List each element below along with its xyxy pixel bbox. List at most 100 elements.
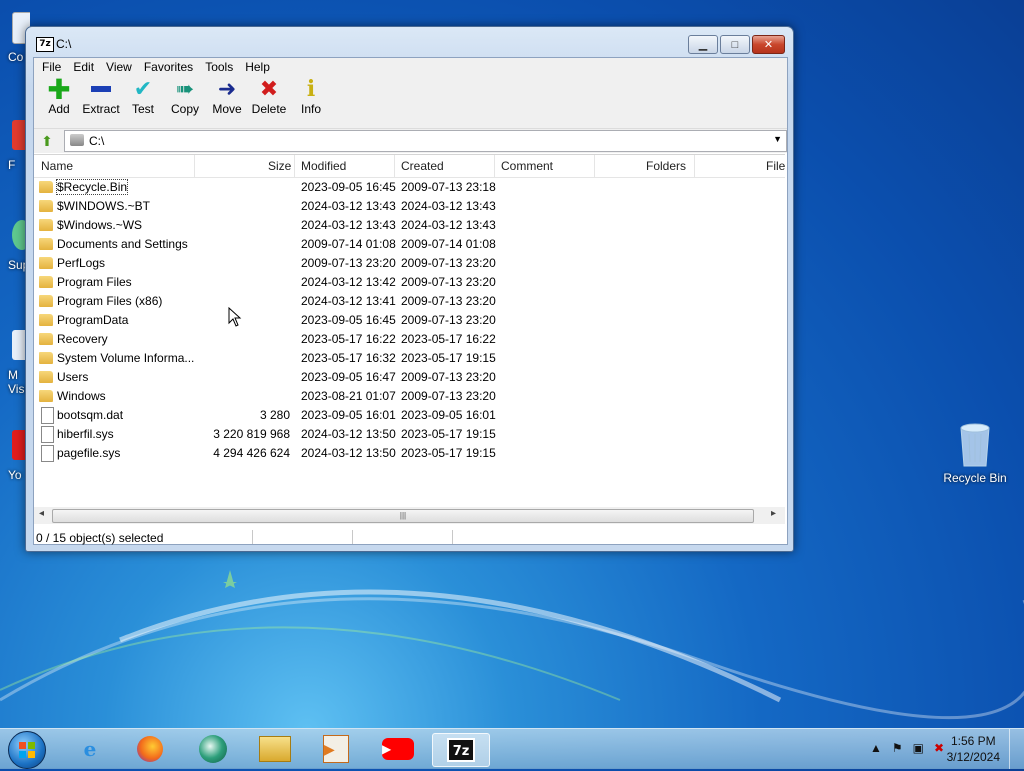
column-header-files[interactable]: File bbox=[766, 159, 785, 173]
folder-icon bbox=[39, 390, 53, 402]
table-row[interactable]: $Recycle.Bin 2023-09-05 16:45 2009-07-13 2… bbox=[34, 178, 785, 197]
table-row[interactable]: $WINDOWS.~BT 2024-03-12 13:43 2024-03-12 1… bbox=[34, 197, 785, 216]
7zip-taskbar-button[interactable]: 7z bbox=[432, 733, 490, 767]
x-icon: ✖ bbox=[259, 76, 279, 101]
move-button[interactable]: ➜ Move bbox=[206, 76, 248, 128]
windows-logo-icon bbox=[19, 742, 35, 758]
cell-modified: 2024-03-12 13:41 bbox=[301, 294, 396, 308]
cell-name: bootsqm.dat bbox=[57, 408, 124, 422]
cell-created: 2023-05-17 19:15 bbox=[401, 351, 496, 365]
table-row[interactable]: pagefile.sys 4 294 426 624 2024-03-12 13:5… bbox=[34, 444, 785, 463]
browser-icon[interactable] bbox=[195, 733, 231, 765]
address-bar: ⬆ C:\ ▼ bbox=[34, 128, 787, 153]
info-button[interactable]: i Info bbox=[290, 76, 332, 128]
system-tray: ▲ ⚑ ▣ ✖ bbox=[870, 741, 944, 755]
recycle-bin-label: Recycle Bin bbox=[943, 471, 1007, 485]
taskbar: e ▶ ▶ 7z ▲ ⚑ ▣ ✖ 1:56 PM 3/12/2024 bbox=[0, 728, 1024, 769]
folder-icon bbox=[39, 276, 53, 288]
table-row[interactable]: Users 2023-09-05 16:47 2009-07-13 23:20 bbox=[34, 368, 785, 387]
table-row[interactable]: bootsqm.dat 3 280 2023-09-05 16:01 2023-09-… bbox=[34, 406, 785, 425]
folder-icon bbox=[39, 333, 53, 345]
info-icon: i bbox=[306, 76, 316, 102]
toolbar: ✚ Add Extract ✔ Test ➠ Copy ➜ Move ✖ Del… bbox=[34, 73, 787, 128]
show-hidden-icons-icon[interactable]: ▲ bbox=[870, 741, 882, 755]
clock[interactable]: 1:56 PM 3/12/2024 bbox=[947, 733, 1000, 765]
media-player-icon[interactable]: ▶ bbox=[318, 733, 354, 765]
scroll-left-icon[interactable]: ◂ bbox=[39, 508, 44, 519]
table-row[interactable]: Program Files 2024-03-12 13:42 2009-07-13 … bbox=[34, 273, 785, 292]
window-content: File Edit View Favorites Tools Help ✚ Ad… bbox=[33, 57, 788, 545]
close-icon: ✕ bbox=[763, 39, 774, 51]
cell-name: Windows bbox=[57, 389, 106, 403]
folder-icon bbox=[39, 257, 53, 269]
test-button[interactable]: ✔ Test bbox=[122, 76, 164, 128]
action-center-flag-icon[interactable]: ⚑ bbox=[892, 741, 903, 755]
cell-created: 2023-09-05 16:01 bbox=[401, 408, 496, 422]
volume-muted-icon[interactable]: ✖ bbox=[934, 741, 944, 755]
table-row[interactable]: Recovery 2023-05-17 16:22 2023-05-17 16:22 bbox=[34, 330, 785, 349]
title-bar[interactable]: 7z C:\ ▁ □ ✕ bbox=[26, 27, 793, 57]
7zip-window: 7z C:\ ▁ □ ✕ File Edit View Favorites To… bbox=[25, 26, 794, 552]
table-row[interactable]: Documents and Settings 2009-07-14 01:08 20… bbox=[34, 235, 785, 254]
cell-name: System Volume Informa... bbox=[57, 351, 195, 365]
firefox-icon[interactable] bbox=[132, 733, 168, 765]
delete-button[interactable]: ✖ Delete bbox=[248, 76, 290, 128]
plus-icon: ✚ bbox=[47, 73, 71, 105]
minimize-button[interactable]: ▁ bbox=[688, 35, 718, 54]
drive-icon bbox=[70, 134, 84, 146]
show-desktop-button[interactable] bbox=[1009, 729, 1024, 769]
cell-modified: 2023-09-05 16:45 bbox=[301, 180, 396, 194]
column-header-name[interactable]: Name bbox=[41, 159, 73, 173]
menu-edit[interactable]: Edit bbox=[67, 58, 100, 76]
menu-favorites[interactable]: Favorites bbox=[138, 58, 199, 76]
up-folder-button[interactable]: ⬆ bbox=[38, 133, 56, 149]
cell-modified: 2024-03-12 13:43 bbox=[301, 218, 396, 232]
cell-name: Users bbox=[57, 370, 89, 384]
scroll-thumb[interactable]: ||| bbox=[52, 509, 754, 523]
youtube-icon[interactable]: ▶ bbox=[380, 733, 416, 765]
table-row[interactable]: $Windows.~WS 2024-03-12 13:43 2024-03-12 1… bbox=[34, 216, 785, 235]
horizontal-scrollbar[interactable]: ◂ ||| ▸ bbox=[34, 507, 785, 524]
network-icon[interactable]: ▣ bbox=[913, 741, 924, 755]
table-row[interactable]: Windows 2023-08-21 01:07 2009-07-13 23:20 bbox=[34, 387, 785, 406]
cell-modified: 2023-05-17 16:22 bbox=[301, 332, 396, 346]
checkmark-icon: ✔ bbox=[133, 76, 153, 101]
table-row[interactable]: ProgramData 2023-09-05 16:45 2009-07-13 23… bbox=[34, 311, 785, 330]
cell-name: Documents and Settings bbox=[57, 237, 188, 251]
copy-button[interactable]: ➠ Copy bbox=[164, 76, 206, 128]
table-row[interactable]: hiberfil.sys 3 220 819 968 2024-03-12 13:5… bbox=[34, 425, 785, 444]
column-header-folders[interactable]: Folders bbox=[646, 159, 686, 173]
maximize-button[interactable]: □ bbox=[720, 35, 750, 54]
column-header-created[interactable]: Created bbox=[401, 159, 444, 173]
column-header-modified[interactable]: Modified bbox=[301, 159, 346, 173]
table-row[interactable]: System Volume Informa... 2023-05-17 16:32… bbox=[34, 349, 785, 368]
file-list[interactable]: Name Size Modified Created Comment Folde… bbox=[34, 154, 785, 531]
menu-tools[interactable]: Tools bbox=[199, 58, 239, 76]
column-header-size[interactable]: Size bbox=[268, 159, 291, 173]
table-row[interactable]: PerfLogs 2009-07-13 23:20 2009-07-13 23:20 bbox=[34, 254, 785, 273]
menu-help[interactable]: Help bbox=[239, 58, 276, 76]
cell-name: ProgramData bbox=[57, 313, 129, 327]
extract-button[interactable]: Extract bbox=[80, 76, 122, 128]
cell-name: Program Files (x86) bbox=[57, 294, 163, 308]
cell-created: 2009-07-13 23:20 bbox=[401, 275, 496, 289]
add-button[interactable]: ✚ Add bbox=[38, 73, 80, 128]
file-explorer-icon[interactable] bbox=[257, 733, 293, 765]
close-button[interactable]: ✕ bbox=[752, 35, 785, 54]
start-button[interactable] bbox=[8, 731, 46, 769]
cell-created: 2023-05-17 19:15 bbox=[401, 446, 496, 460]
7zip-app-icon: 7z bbox=[36, 37, 54, 52]
dropdown-arrow-icon[interactable]: ▼ bbox=[773, 134, 782, 144]
desktop-icon-recycle-bin[interactable]: Recycle Bin bbox=[940, 422, 1010, 485]
address-input[interactable]: C:\ ▼ bbox=[64, 130, 787, 152]
cell-created: 2024-03-12 13:43 bbox=[401, 199, 496, 213]
table-row[interactable]: Program Files (x86) 2024-03-12 13:41 2009-… bbox=[34, 292, 785, 311]
file-icon bbox=[41, 407, 54, 424]
cell-modified: 2009-07-13 23:20 bbox=[301, 256, 396, 270]
menu-view[interactable]: View bbox=[100, 58, 138, 76]
column-header-comment[interactable]: Comment bbox=[501, 159, 553, 173]
internet-explorer-icon[interactable]: e bbox=[72, 733, 108, 765]
cell-modified: 2023-09-05 16:45 bbox=[301, 313, 396, 327]
scroll-right-icon[interactable]: ▸ bbox=[771, 508, 776, 519]
clock-time: 1:56 PM bbox=[950, 734, 996, 748]
